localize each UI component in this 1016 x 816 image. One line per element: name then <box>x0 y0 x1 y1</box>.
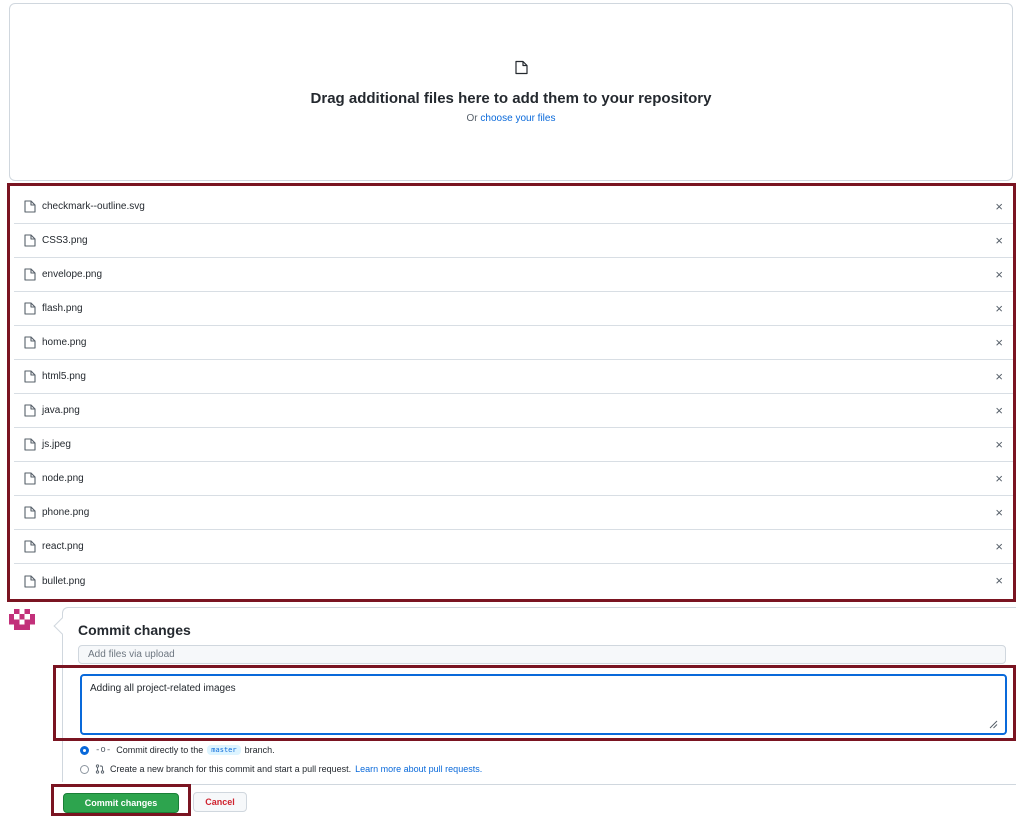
git-pull-request-icon <box>95 764 105 774</box>
commit-direct-option[interactable]: -o- Commit directly to the master branch… <box>80 745 275 755</box>
avatar <box>9 609 35 630</box>
remove-file-button[interactable]: × <box>995 370 1003 383</box>
file-icon <box>24 200 36 213</box>
file-icon <box>24 472 36 485</box>
remove-file-button[interactable]: × <box>995 438 1003 451</box>
new-branch-text: Create a new branch for this commit and … <box>110 764 352 774</box>
file-icon <box>24 336 36 349</box>
remove-file-button[interactable]: × <box>995 200 1003 213</box>
file-row: js.jpeg × <box>14 428 1013 462</box>
file-row: phone.png × <box>14 496 1013 530</box>
commit-button-highlight: Commit changes <box>51 784 191 816</box>
file-row: checkmark--outline.svg × <box>14 190 1013 224</box>
file-row: flash.png × <box>14 292 1013 326</box>
file-icon <box>24 438 36 451</box>
file-icon <box>24 234 36 247</box>
divider <box>62 784 1016 785</box>
file-name: bullet.png <box>42 575 86 587</box>
file-row: envelope.png × <box>14 258 1013 292</box>
description-highlight <box>53 665 1016 741</box>
remove-file-button[interactable]: × <box>995 336 1003 349</box>
file-icon <box>515 60 528 75</box>
file-name: home.png <box>42 337 87 348</box>
choose-files-link[interactable]: choose your files <box>480 113 555 124</box>
file-name: flash.png <box>42 303 83 314</box>
resize-grip-icon[interactable] <box>988 719 998 729</box>
remove-file-button[interactable]: × <box>995 268 1003 281</box>
remove-file-button[interactable]: × <box>995 540 1003 553</box>
file-icon <box>24 302 36 315</box>
file-icon <box>24 404 36 417</box>
remove-file-button[interactable]: × <box>995 234 1003 247</box>
radio-new-branch[interactable] <box>80 764 89 774</box>
upload-dropzone[interactable]: Drag additional files here to add them t… <box>9 3 1013 181</box>
remove-file-button[interactable]: × <box>995 472 1003 485</box>
file-row: CSS3.png × <box>14 224 1013 258</box>
file-name: phone.png <box>42 507 90 518</box>
remove-file-button[interactable]: × <box>995 302 1003 315</box>
direct-suffix: branch. <box>244 745 275 755</box>
speech-caret <box>53 617 71 635</box>
file-row: node.png × <box>14 462 1013 496</box>
file-name: html5.png <box>42 371 86 382</box>
learn-more-link[interactable]: Learn more about pull requests. <box>355 764 482 774</box>
branch-name-tag: master <box>207 745 241 755</box>
file-row: home.png × <box>14 326 1013 360</box>
file-name: react.png <box>42 541 84 552</box>
file-name: node.png <box>42 473 84 484</box>
file-icon <box>24 268 36 281</box>
commit-heading: Commit changes <box>78 622 191 638</box>
file-name: java.png <box>42 405 80 416</box>
direct-prefix: Commit directly to the <box>116 745 204 755</box>
commit-summary-input[interactable] <box>78 645 1006 664</box>
file-name: js.jpeg <box>42 439 71 450</box>
file-icon <box>24 506 36 519</box>
commit-description-textarea[interactable] <box>80 674 1007 735</box>
remove-file-button[interactable]: × <box>995 506 1003 519</box>
uploaded-file-list: checkmark--outline.svg × CSS3.png × enve… <box>7 183 1016 602</box>
file-row: react.png × <box>14 530 1013 564</box>
new-branch-option[interactable]: Create a new branch for this commit and … <box>80 764 482 774</box>
git-commit-icon: -o- <box>95 745 112 755</box>
dropzone-subtitle: Or choose your files <box>10 113 1012 124</box>
cancel-button[interactable]: Cancel <box>193 792 247 812</box>
file-name: CSS3.png <box>42 235 88 246</box>
remove-file-button[interactable]: × <box>995 404 1003 417</box>
commit-changes-button[interactable]: Commit changes <box>63 793 179 813</box>
or-text: Or <box>466 113 478 124</box>
file-icon <box>24 574 36 588</box>
radio-direct-commit[interactable] <box>80 745 89 755</box>
file-row: html5.png × <box>14 360 1013 394</box>
remove-file-button[interactable]: × <box>995 574 1003 587</box>
file-name: checkmark--outline.svg <box>42 201 145 212</box>
file-icon <box>24 540 36 553</box>
file-row: bullet.png × <box>14 564 1013 598</box>
file-icon <box>24 370 36 383</box>
file-name: envelope.png <box>42 269 103 280</box>
file-row: java.png × <box>14 394 1013 428</box>
dropzone-title: Drag additional files here to add them t… <box>310 90 712 107</box>
